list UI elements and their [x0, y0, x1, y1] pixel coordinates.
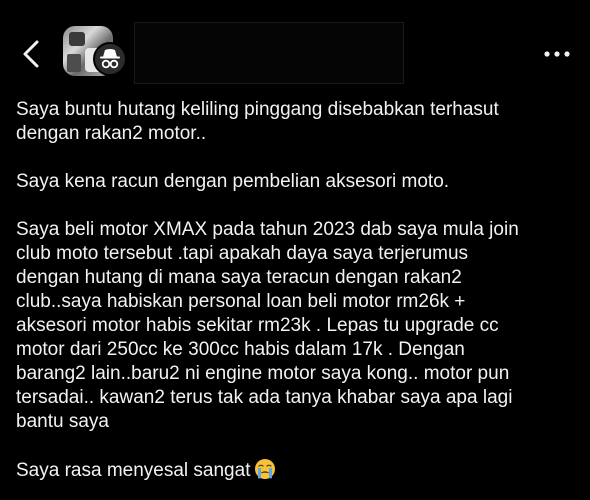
chevron-left-icon — [23, 40, 39, 68]
post-paragraph: Saya kena racun dengan pembelian aksesor… — [16, 171, 450, 192]
post-paragraph: Saya buntu hutang keliling pinggang dise… — [16, 99, 499, 144]
crying-face-emoji-icon — [255, 459, 276, 479]
redacted-username — [134, 22, 404, 84]
more-horizontal-icon — [544, 51, 570, 57]
author-avatar[interactable] — [63, 26, 127, 80]
anonymous-incognito-icon — [93, 42, 127, 76]
post-closing-line: Saya rasa menyesal sangat — [16, 458, 576, 483]
back-button[interactable] — [16, 36, 46, 72]
more-options-button[interactable] — [540, 44, 574, 64]
post-paragraph: Saya beli motor XMAX pada tahun 2023 dab… — [16, 219, 519, 432]
post-header — [0, 0, 590, 90]
post-paragraph: Saya rasa menyesal sangat — [16, 460, 251, 481]
post-body: Saya buntu hutang keliling pinggang dise… — [16, 98, 576, 483]
